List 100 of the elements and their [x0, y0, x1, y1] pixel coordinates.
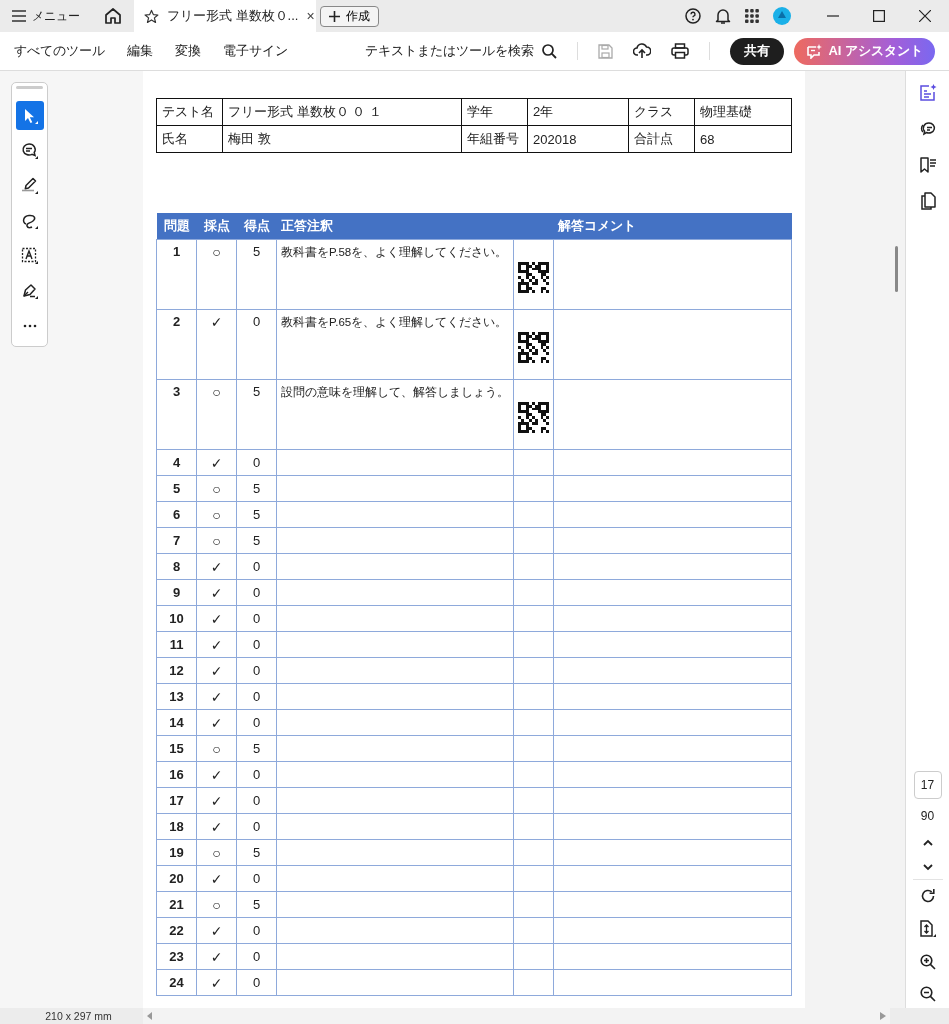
page-size-label: 210 x 297 mm [44, 1010, 113, 1022]
score-cell: 0 [236, 709, 277, 736]
page-number-field[interactable]: 17 [913, 771, 942, 799]
help-icon[interactable] [685, 8, 701, 24]
question-number: 17 [156, 787, 197, 814]
cloud-upload-icon[interactable] [633, 43, 652, 59]
score-cell: 5 [236, 379, 277, 450]
sparkle-document-icon [918, 84, 937, 102]
info-label: 氏名 [156, 125, 223, 153]
question-number: 11 [156, 631, 197, 658]
grade-mark: ○ [196, 239, 237, 310]
score-cell: 5 [236, 527, 277, 554]
avatar[interactable] [773, 7, 791, 25]
grade-mark: ✓ [196, 683, 237, 710]
create-button[interactable]: 作成 [320, 5, 379, 27]
grade-mark: ✓ [196, 309, 237, 380]
question-number: 1 [156, 239, 197, 310]
printer-icon[interactable] [671, 43, 690, 59]
score-cell: 0 [236, 761, 277, 788]
chevron-down-icon[interactable] [921, 863, 934, 871]
document-scroll-icon[interactable] [919, 920, 936, 938]
share-button[interactable]: 共有 [730, 37, 785, 65]
apps-grid-icon[interactable] [745, 9, 759, 23]
answer-note: 教科書をP.58を、よく理解してください。 [281, 246, 508, 258]
scroll-left-icon[interactable] [147, 1012, 153, 1020]
zoom-out-icon[interactable] [919, 986, 936, 1002]
grade-mark: ✓ [196, 917, 237, 944]
question-number: 21 [156, 891, 197, 918]
rotate-icon[interactable] [919, 888, 936, 904]
grade-mark: ○ [196, 501, 237, 528]
ai-assistant-button[interactable]: AI アシスタント [794, 37, 935, 65]
question-number: 15 [156, 735, 197, 762]
toolbar-menu-item[interactable]: すべてのツール [14, 42, 105, 60]
home-icon[interactable] [104, 7, 122, 25]
grade-mark: ✓ [196, 657, 237, 684]
score-cell: 0 [236, 309, 277, 380]
close-icon[interactable] [919, 10, 931, 22]
question-number: 10 [156, 605, 197, 632]
text-select-icon [20, 246, 39, 265]
score-cell: 5 [236, 501, 277, 528]
fountain-pen-icon [20, 281, 39, 300]
grade-mark: ✓ [196, 969, 237, 996]
score-cell: 0 [236, 813, 277, 840]
search-icon[interactable] [542, 43, 558, 59]
scroll-right-icon[interactable] [880, 1012, 886, 1020]
question-number: 6 [156, 501, 197, 528]
menu-button[interactable]: メニュー [12, 7, 80, 25]
more-icon [22, 323, 37, 328]
question-number: 5 [156, 475, 197, 502]
star-icon[interactable] [144, 8, 159, 24]
score-cell: 0 [236, 449, 277, 476]
score-cell: 0 [236, 683, 277, 710]
question-number: 14 [156, 709, 197, 736]
info-label: テスト名 [156, 98, 223, 126]
zoom-in-icon[interactable] [919, 954, 936, 970]
bell-icon[interactable] [715, 7, 731, 25]
info-value: フリー形式 単数枚０ ０ １ [222, 98, 462, 126]
chevron-up-icon[interactable] [921, 839, 934, 847]
column-header: 採点 [196, 213, 237, 240]
question-number: 2 [156, 309, 197, 380]
close-tab-button[interactable]: × [306, 8, 315, 24]
info-value: 68 [694, 125, 792, 153]
tab-title: フリー形式 単数枚０... [167, 7, 299, 25]
toolbar-menu-item[interactable]: 編集 [127, 42, 153, 60]
info-value: 梅田 敦 [222, 125, 462, 153]
question-number: 13 [156, 683, 197, 710]
grade-mark: ✓ [196, 553, 237, 580]
score-cell: 0 [236, 917, 277, 944]
toolbar-menu-item[interactable]: 電子サイン [223, 42, 288, 60]
info-value: 物理基礎 [694, 98, 792, 126]
scrollbar-thumb[interactable] [895, 246, 898, 292]
document-tab[interactable]: フリー形式 単数枚０... × [134, 0, 316, 32]
question-number: 7 [156, 527, 197, 554]
column-header: 解答コメント [553, 213, 792, 240]
grade-mark: ○ [196, 891, 237, 918]
grade-mark: ✓ [196, 813, 237, 840]
plus-icon [329, 10, 340, 22]
info-value: 202018 [527, 125, 629, 153]
question-number: 24 [156, 969, 197, 996]
toolbar-menu-item[interactable]: 変換 [175, 42, 201, 60]
question-number: 16 [156, 761, 197, 788]
comment-icon [20, 141, 39, 160]
grade-mark: ✓ [196, 579, 237, 606]
grade-mark: ○ [196, 839, 237, 866]
question-number: 8 [156, 553, 197, 580]
question-number: 23 [156, 943, 197, 970]
chat-sparkle-icon [806, 43, 823, 59]
question-number: 3 [156, 379, 197, 450]
bookmark-list-icon [918, 156, 937, 174]
question-number: 20 [156, 865, 197, 892]
grade-mark: ✓ [196, 787, 237, 814]
info-value: 2年 [527, 98, 629, 126]
score-cell: 5 [236, 475, 277, 502]
search-label[interactable]: テキストまたはツールを検索 [365, 42, 535, 60]
score-cell: 5 [236, 839, 277, 866]
answer-note: 教科書をP.65を、よく理解してください。 [281, 316, 508, 328]
score-cell: 0 [236, 969, 277, 996]
question-number: 18 [156, 813, 197, 840]
page-count: 90 [920, 809, 935, 823]
maximize-icon[interactable] [873, 10, 885, 22]
